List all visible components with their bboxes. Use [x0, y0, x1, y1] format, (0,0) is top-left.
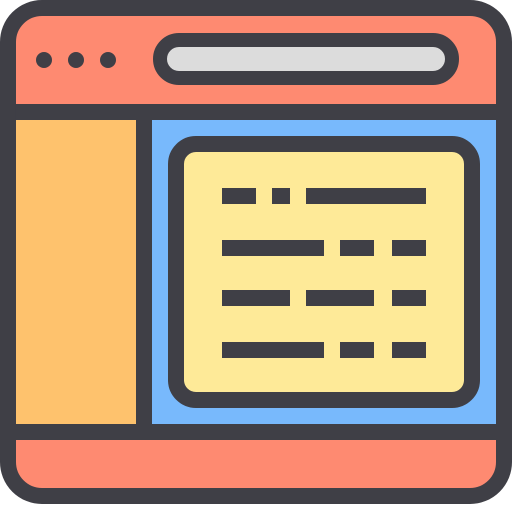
text-line-4a	[222, 342, 324, 358]
text-line-1b	[272, 188, 290, 204]
text-line-2a	[222, 240, 324, 256]
window-dot-1-icon	[36, 52, 52, 68]
sidebar-divider	[136, 112, 152, 432]
text-line-3b	[306, 290, 374, 306]
address-bar	[153, 33, 459, 85]
text-line-2b	[340, 240, 374, 256]
title-bar-divider	[12, 104, 500, 120]
browser-window-document-icon	[0, 0, 512, 504]
text-line-1a	[222, 188, 256, 204]
sidebar-panel	[16, 118, 144, 424]
text-line-4c	[392, 342, 426, 358]
text-line-1c	[306, 188, 426, 204]
text-line-4b	[340, 342, 374, 358]
window-dot-2-icon	[68, 52, 84, 68]
text-line-3c	[392, 290, 426, 306]
text-line-2c	[392, 240, 426, 256]
document-card	[168, 136, 480, 408]
footer-divider	[12, 424, 500, 440]
browser-window-icon	[0, 0, 512, 512]
window-dot-3-icon	[100, 52, 116, 68]
text-line-3a	[222, 290, 290, 306]
